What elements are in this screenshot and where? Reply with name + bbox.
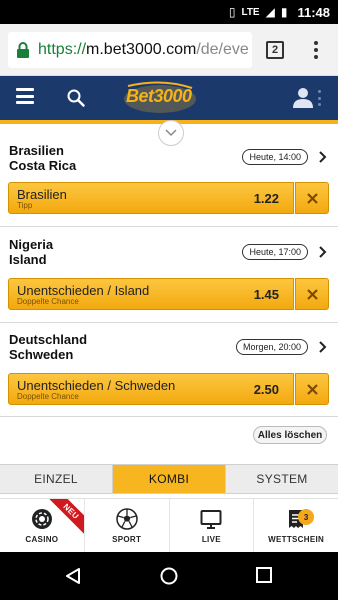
chevron-right-icon[interactable] [317,151,329,163]
team-home: Brasilien [9,143,64,158]
bet-mode-tabs: EINZEL KOMBI SYSTEM [0,464,338,494]
match-time-badge: Heute, 14:00 [242,149,308,165]
signal-icon: ◢ [265,5,275,19]
match-time-badge: Heute, 17:00 [242,244,308,260]
nav-casino-label: CASINO [25,535,59,544]
home-icon[interactable] [160,567,178,585]
tipp-odds: 2.50 [253,382,279,397]
divider [0,226,338,227]
back-icon[interactable] [64,567,82,585]
nav-wettschein[interactable]: WETTSCHEIN 3 [253,499,338,552]
bottom-navigation: CASINO NEU SPORT LIVE WETTSCHEIN 3 [0,498,338,552]
nav-live[interactable]: LIVE [168,499,254,552]
tipp-odds: 1.45 [253,287,279,302]
tab-einzel[interactable]: EINZEL [0,465,112,493]
network-type: LTE [241,6,260,18]
clock: 11:48 [297,4,330,20]
tipp-label: Unentschieden / Schweden [17,378,176,393]
chevron-right-icon[interactable] [317,246,329,258]
tipp-odds: 1.22 [253,191,279,206]
remove-bet-button[interactable] [295,278,329,310]
bet-tipp[interactable]: Brasilien Tipp 1.22 [8,182,294,214]
nav-sport-label: SPORT [112,535,142,544]
lock-icon [17,42,29,58]
user-icon[interactable] [292,86,314,108]
remove-bet-button[interactable] [295,373,329,405]
clear-all-button[interactable]: Alles löschen [253,426,327,444]
casino-chip-icon [31,509,52,529]
close-icon [306,288,318,300]
match-teams: Nigeria Island [9,237,53,267]
bet-tipp[interactable]: Unentschieden / Schweden Doppelte Chance… [8,373,294,405]
tipp-label: Brasilien [17,187,67,202]
url-field[interactable]: https://m.bet3000.com/de/eve [8,32,252,68]
url-host: m.bet3000.com [86,41,197,58]
tipp-type: Doppelte Chance [17,297,79,306]
vibrate-icon: ▯ [228,5,236,19]
site-header: Bet3000 [0,76,338,120]
bet-count-badge: 3 [298,509,315,525]
chevron-down-icon [165,129,177,137]
chevron-right-icon[interactable] [317,341,329,353]
close-icon [306,383,318,395]
nav-wettschein-label: WETTSCHEIN [268,535,325,544]
tipp-type: Tipp [17,201,33,210]
bet-tipp[interactable]: Unentschieden / Island Doppelte Chance 1… [8,278,294,310]
status-bar: ▯ LTE ◢ ▮ 11:48 [0,0,338,24]
team-home: Deutschland [9,332,88,347]
team-home: Nigeria [9,237,54,252]
team-away: Costa Rica [9,158,77,173]
match-teams: Deutschland Schweden [9,332,87,362]
match-teams: Brasilien Costa Rica [9,143,76,173]
remove-bet-button[interactable] [295,182,329,214]
team-away: Island [9,252,47,267]
tab-kombi[interactable]: KOMBI [112,465,225,493]
tab-system[interactable]: SYSTEM [225,465,338,493]
browser-menu-button[interactable] [308,40,324,60]
battery-icon: ▮ [280,5,288,19]
nav-casino[interactable]: CASINO NEU [0,499,84,552]
tab-switcher-button[interactable]: 2 [266,41,284,59]
divider [0,322,338,323]
url-protocol: https:// [38,41,87,58]
close-icon [306,192,318,204]
tipp-type: Doppelte Chance [17,392,79,401]
hamburger-menu-icon[interactable] [16,88,34,104]
android-navigation-bar [0,552,338,600]
recent-apps-icon[interactable] [256,567,272,583]
match-time-badge: Morgen, 20:00 [235,339,308,355]
browser-toolbar: https://m.bet3000.com/de/eve 2 [0,24,338,76]
header-more-icon[interactable] [318,90,322,106]
collapse-button[interactable] [158,120,184,146]
nav-live-label: LIVE [201,535,221,544]
url-path: /de/eve [196,41,249,58]
football-icon [115,508,138,530]
tv-icon [200,510,222,529]
divider [0,416,338,417]
nav-sport[interactable]: SPORT [83,499,169,552]
search-icon[interactable] [66,88,86,108]
tipp-label: Unentschieden / Island [17,283,150,298]
site-logo[interactable]: Bet3000 [126,86,192,107]
team-away: Schweden [9,347,74,362]
